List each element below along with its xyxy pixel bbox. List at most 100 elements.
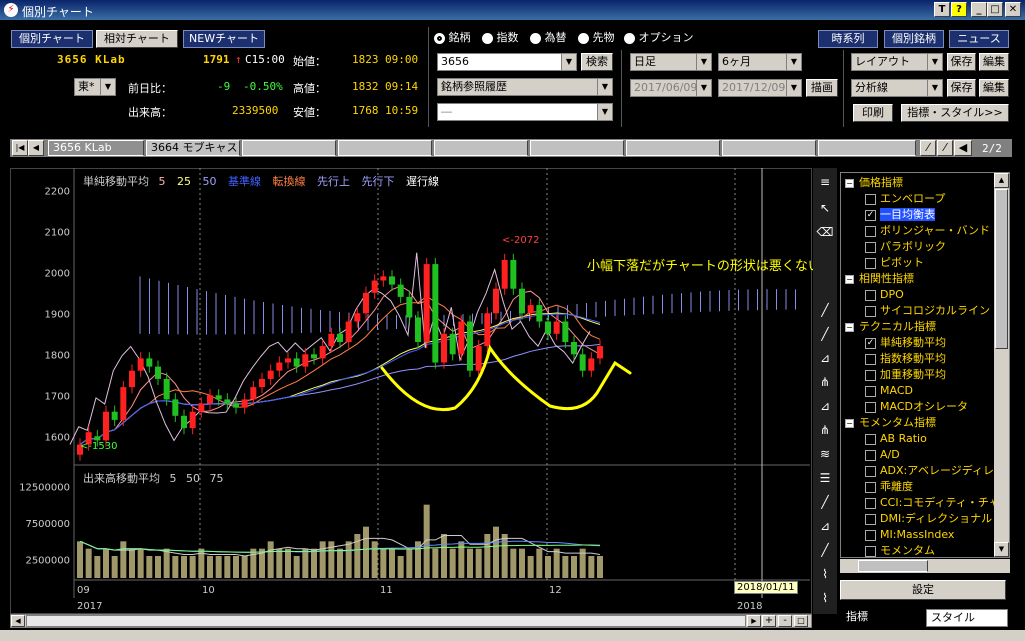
edit-layout-button[interactable]: 編集 <box>979 53 1009 71</box>
fib-icon[interactable]: ⋔ <box>816 372 834 392</box>
empty-tab[interactable] <box>722 140 816 156</box>
checkbox[interactable] <box>865 545 876 557</box>
zigzag-icon[interactable]: ⌇ <box>816 564 834 584</box>
layout-select[interactable]: レイアウト ▼ <box>851 53 943 71</box>
tree-hscroll[interactable] <box>840 559 1010 573</box>
settings-button[interactable]: 設定 <box>840 580 1006 600</box>
interval-select[interactable]: 日足 ▼ <box>630 53 712 71</box>
checkbox[interactable] <box>865 241 876 253</box>
collapse-icon[interactable]: − <box>845 418 854 428</box>
back-arrow-icon[interactable]: ◀ <box>954 140 972 156</box>
tree-item[interactable]: パラボリック <box>845 239 946 255</box>
fib-icon[interactable]: ⋔ <box>816 420 834 440</box>
tree-item[interactable]: MACDオシレータ <box>845 399 968 415</box>
empty-tab[interactable] <box>434 140 528 156</box>
indicator-style-button[interactable]: 指標・スタイル>> <box>901 104 1009 122</box>
scroll-up-button[interactable]: ▲ <box>994 173 1009 188</box>
tree-category[interactable]: − モメンタム指標 <box>845 415 936 431</box>
trendline-icon[interactable]: ╱ <box>816 300 834 320</box>
checkbox[interactable] <box>865 353 876 365</box>
checkbox[interactable] <box>865 193 876 205</box>
checkbox[interactable] <box>865 225 876 237</box>
tree-item[interactable]: エンベロープ <box>845 191 945 207</box>
trendline-icon[interactable]: ╱ <box>816 540 834 560</box>
market-select[interactable]: 東* ▼ <box>74 78 116 96</box>
scroll-right-button[interactable]: ▶ <box>747 615 761 627</box>
tree-item[interactable]: CCI:コモディティ・チャ <box>845 495 1000 511</box>
radio-options[interactable]: オプション <box>624 29 694 45</box>
tree-category[interactable]: − テクニカル指標 <box>845 319 936 335</box>
tree-item[interactable]: 指数移動平均 <box>845 351 946 367</box>
scroll-left-button[interactable]: ◀ <box>11 615 25 627</box>
span-select[interactable]: 6ヶ月 ▼ <box>718 53 802 71</box>
edit-analysis-button[interactable]: 編集 <box>979 79 1009 97</box>
empty-tab[interactable] <box>626 140 720 156</box>
tree-item[interactable]: サイコロジカルライン <box>845 303 990 319</box>
tree-item[interactable]: 乖離度 <box>845 479 913 495</box>
tree-scrollbar[interactable]: ▲ ▼ <box>994 173 1009 557</box>
individual-stock-button[interactable]: 個別銘柄 <box>884 30 944 48</box>
tree-hscroll-thumb[interactable] <box>858 560 928 572</box>
tree-item[interactable]: DMI:ディレクショナル <box>845 511 992 527</box>
tree-item[interactable]: ピボット <box>845 255 924 271</box>
empty-tab[interactable] <box>242 140 336 156</box>
menu-icon[interactable]: ≡ <box>816 172 834 192</box>
checkbox[interactable] <box>865 433 876 445</box>
tree-category[interactable]: − 相関性指標 <box>845 271 914 287</box>
save-layout-button[interactable]: 保存 <box>947 53 976 71</box>
collapse-icon[interactable]: − <box>845 178 854 188</box>
price-chart[interactable]: 2200 2100 2000 1900 1800 1700 1600 09 10 11 12 2017… <box>10 168 812 614</box>
checkbox[interactable]: ✓ <box>865 337 876 349</box>
tree-item[interactable]: モメンタム <box>845 543 935 557</box>
radio-fx[interactable]: 為替 <box>530 29 567 45</box>
from-date[interactable]: 2017/06/09 ▼ <box>630 79 712 97</box>
trendline-icon[interactable]: ╱ <box>816 492 834 512</box>
to-date[interactable]: 2017/12/09 ▼ <box>718 79 802 97</box>
fan-icon[interactable]: ⊿ <box>816 516 834 536</box>
checkbox[interactable] <box>865 449 876 461</box>
zoom-reset-button[interactable]: □ <box>794 615 808 627</box>
empty-tab[interactable] <box>818 140 916 156</box>
tab-relative-chart[interactable]: 相対チャート <box>96 30 178 48</box>
checkbox[interactable] <box>865 497 876 509</box>
tree-item[interactable]: ADX:アベレージディレ <box>845 463 994 479</box>
tree-item[interactable]: ✓ 一目均衡表 <box>845 207 935 223</box>
first-tab-button[interactable]: |◀ <box>12 140 28 156</box>
radio-index[interactable]: 指数 <box>482 29 519 45</box>
empty-tab[interactable] <box>338 140 432 156</box>
checkbox[interactable] <box>865 385 876 397</box>
help-button[interactable]: ? <box>951 2 967 17</box>
eraser-icon[interactable]: ⌫ <box>816 222 834 242</box>
tab-style[interactable]: スタイル <box>926 609 1008 627</box>
tree-item[interactable]: 加重移動平均 <box>845 367 946 383</box>
radio-futures[interactable]: 先物 <box>578 29 615 45</box>
fan-icon[interactable]: ⊿ <box>816 348 834 368</box>
zoom-out-button[interactable]: - <box>778 615 792 627</box>
channel-icon[interactable]: ≋ <box>816 444 834 464</box>
tree-scroll-thumb[interactable] <box>995 189 1008 349</box>
tree-item[interactable]: ✓ 単純移動平均 <box>845 335 946 351</box>
pin-icon[interactable]: ⁄ <box>920 140 936 156</box>
save-analysis-button[interactable]: 保存 <box>947 79 976 97</box>
empty-tab[interactable] <box>530 140 624 156</box>
checkbox[interactable] <box>865 465 876 477</box>
analysis-select[interactable]: 分析線 ▼ <box>851 79 943 97</box>
code-input[interactable]: 3656 ▼ <box>437 53 577 71</box>
checkbox[interactable] <box>865 481 876 493</box>
tree-category[interactable]: − 価格指標 <box>845 175 903 191</box>
pointer-icon[interactable]: ↖ <box>816 198 834 218</box>
tab-indicator[interactable]: 指標 <box>842 609 922 627</box>
news-button[interactable]: ニュース <box>949 30 1009 48</box>
tree-item[interactable]: AB Ratio <box>845 431 927 447</box>
history-select[interactable]: 銘柄参照履歴 ▼ <box>437 78 613 96</box>
checkbox[interactable] <box>865 529 876 541</box>
print-button[interactable]: 印刷 <box>853 104 893 122</box>
retracement-icon[interactable]: ☰ <box>816 468 834 488</box>
zigzag-icon[interactable]: ⌇ <box>816 588 834 608</box>
tree-item[interactable]: MACD <box>845 383 913 399</box>
tree-item[interactable]: A/D <box>845 447 900 463</box>
scroll-thumb[interactable] <box>26 615 746 627</box>
radio-stock[interactable]: 銘柄 <box>434 29 471 45</box>
checkbox[interactable] <box>865 257 876 269</box>
t-button[interactable]: T <box>934 2 950 17</box>
